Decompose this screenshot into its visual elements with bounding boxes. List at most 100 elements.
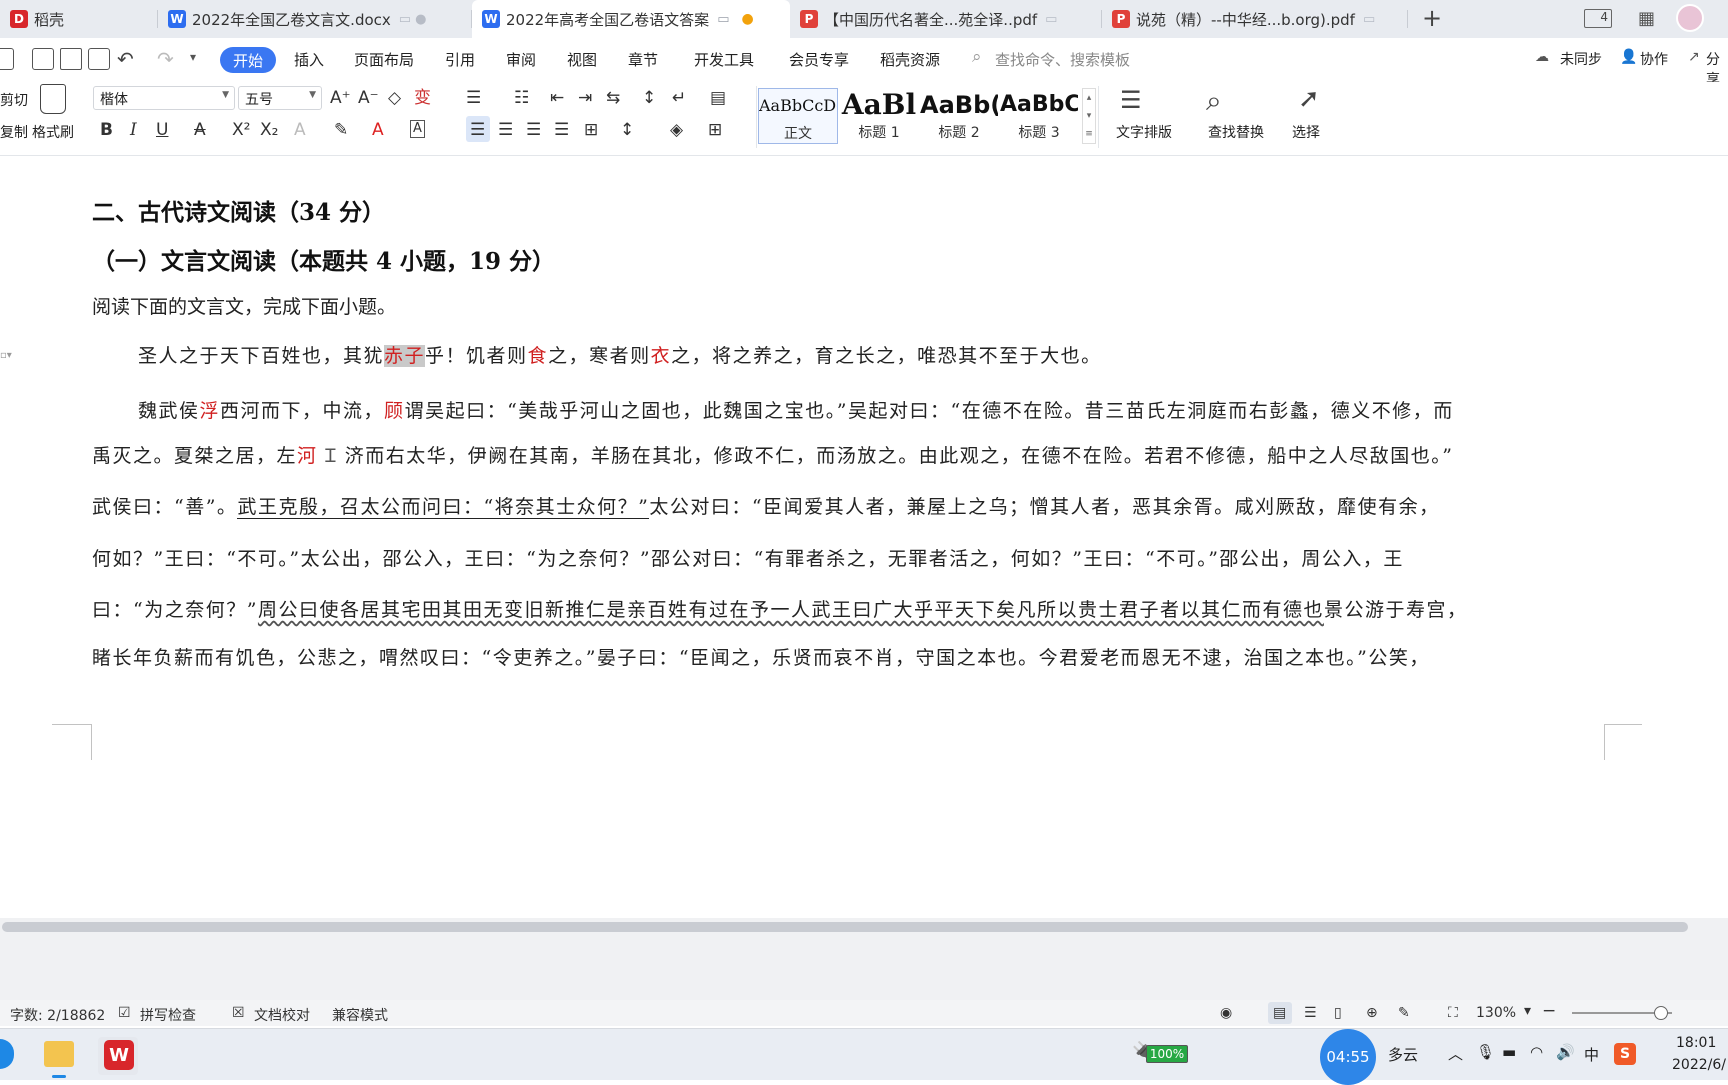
grow-font-icon[interactable]: A⁺: [330, 88, 351, 108]
tab-start[interactable]: 开始: [220, 47, 276, 73]
web-view-icon[interactable]: ⊕: [1366, 1005, 1378, 1021]
tab-member[interactable]: 会员专享: [789, 49, 849, 70]
line-spacing-icon[interactable]: ↕: [620, 120, 634, 140]
save-icon[interactable]: [0, 48, 14, 70]
word-count[interactable]: 字数: 2/18862: [10, 1005, 105, 1025]
export-pdf-icon[interactable]: [32, 48, 54, 70]
numbered-list-icon[interactable]: ☷: [514, 88, 529, 108]
tab-chapter[interactable]: 章节: [628, 49, 658, 70]
avatar[interactable]: [1676, 4, 1704, 32]
tray-ime-label[interactable]: 中: [1584, 1044, 1599, 1065]
font-size-select[interactable]: 五号 ▼: [238, 86, 322, 110]
outline-view-icon[interactable]: ☰: [1304, 1005, 1317, 1021]
sort-icon[interactable]: ↕: [642, 88, 656, 108]
file-explorer-icon[interactable]: [44, 1041, 74, 1067]
font-name-select[interactable]: 楷体 ▼: [93, 86, 235, 110]
tray-mic-icon[interactable]: 🎙: [1476, 1043, 1495, 1061]
show-marks-icon[interactable]: ↵: [672, 88, 686, 108]
superscript-icon[interactable]: X²: [232, 120, 250, 140]
bold-icon[interactable]: B: [100, 120, 113, 140]
eye-protection-icon[interactable]: ◉: [1220, 1005, 1232, 1021]
tab-pdf-shuoyuan-quanyi[interactable]: P 【中国历代名著全...苑全译..pdf ▭: [790, 0, 1102, 38]
battery-indicator[interactable]: 100%: [1146, 1045, 1188, 1063]
tab-view[interactable]: 视图: [567, 49, 597, 70]
character-border-icon[interactable]: A: [410, 120, 425, 138]
format-painter-icon[interactable]: [40, 84, 66, 114]
tray-sogou-icon[interactable]: S: [1614, 1043, 1636, 1065]
table-grid-icon[interactable]: ▤: [710, 88, 726, 108]
tray-expand-chevron-icon[interactable]: ︿: [1448, 1043, 1463, 1064]
clock-date[interactable]: 2022/6/: [1672, 1057, 1726, 1073]
subscript-icon[interactable]: X₂: [260, 120, 278, 140]
tab-pdf-shuoyuan-jing[interactable]: P 说苑（精）--中华经...b.org).pdf ▭: [1102, 0, 1408, 38]
cut-button[interactable]: 剪切: [0, 90, 28, 110]
italic-icon[interactable]: I: [130, 120, 137, 140]
text-layout-button[interactable]: 文字排版: [1116, 122, 1172, 142]
spell-check-button[interactable]: 拼写检查: [140, 1005, 196, 1025]
browser-edge-icon[interactable]: [0, 1039, 14, 1069]
undo-icon[interactable]: ↶: [117, 47, 134, 71]
tab-answer-doc-active[interactable]: W 2022年高考全国乙卷语文答案 ▭ ●: [472, 0, 790, 38]
page-view-icon[interactable]: ▤: [1273, 1005, 1286, 1021]
align-left-icon[interactable]: ☰: [470, 120, 485, 140]
tab-review[interactable]: 审阅: [506, 49, 536, 70]
decrease-indent-icon[interactable]: ⇤: [550, 88, 564, 108]
tab-insert[interactable]: 插入: [294, 49, 324, 70]
style-gallery-scroll[interactable]: ▴ ▾ ≡: [1082, 88, 1096, 144]
weather-label[interactable]: 多云: [1388, 1044, 1418, 1065]
align-right-icon[interactable]: ☰: [526, 120, 541, 140]
style-normal[interactable]: AaBbCcDd 正文: [758, 88, 838, 144]
spell-check-checkbox-icon[interactable]: ☑: [118, 1005, 131, 1021]
print-icon[interactable]: [60, 48, 82, 70]
reading-view-icon[interactable]: ▯: [1334, 1005, 1342, 1021]
phonetic-guide-icon[interactable]: 变: [414, 88, 431, 108]
horizontal-scroll-thumb[interactable]: [2, 922, 1688, 932]
redo-icon[interactable]: ↷: [157, 47, 174, 71]
floating-timer-ball[interactable]: 04:55: [1320, 1029, 1376, 1085]
clear-format-icon[interactable]: ◇: [388, 88, 401, 108]
nav-marker-icon[interactable]: ▫▾: [0, 350, 12, 361]
window-count-badge[interactable]: 4: [1584, 9, 1612, 28]
tray-volume-icon[interactable]: 🔊: [1556, 1043, 1575, 1061]
font-color-icon[interactable]: A: [372, 120, 384, 140]
fit-page-icon[interactable]: ⛶: [1448, 1005, 1458, 1021]
style-heading2[interactable]: AaBb( 标题 2: [920, 88, 998, 144]
tab-docx-wenyanwen[interactable]: W 2022年全国乙卷文言文.docx ▭ ●: [158, 0, 472, 38]
zoom-dropdown-icon[interactable]: ▾: [1524, 1003, 1531, 1019]
justify-icon[interactable]: ☰: [554, 120, 569, 140]
style-heading3[interactable]: AaBbC 标题 3: [1000, 88, 1078, 144]
style-heading1[interactable]: AaBl 标题 1: [840, 88, 918, 144]
tab-daoke[interactable]: D 稻壳: [0, 0, 158, 38]
doc-proof-button[interactable]: 文档校对: [254, 1005, 310, 1025]
distributed-align-icon[interactable]: ⊞: [584, 120, 598, 140]
collaborate-button[interactable]: 协作: [1640, 49, 1668, 69]
quick-access-more-icon[interactable]: ▾: [190, 50, 196, 64]
apps-grid-icon[interactable]: ▦: [1638, 8, 1655, 29]
command-search-input[interactable]: 查找命令、搜索模板: [995, 49, 1130, 70]
tray-wifi-icon[interactable]: ◠: [1530, 1043, 1543, 1061]
clock-time[interactable]: 18:01: [1676, 1035, 1716, 1051]
text-effect-icon[interactable]: A: [294, 120, 306, 140]
underline-icon[interactable]: U: [156, 120, 168, 140]
bullet-list-icon[interactable]: ☰: [466, 88, 481, 108]
zoom-slider-thumb[interactable]: [1654, 1006, 1668, 1020]
strikethrough-icon[interactable]: A: [194, 120, 206, 140]
align-center-icon[interactable]: ☰: [498, 120, 513, 140]
sync-status-button[interactable]: 未同步: [1560, 49, 1602, 69]
wps-office-icon[interactable]: W: [104, 1040, 134, 1070]
find-replace-button[interactable]: 查找替换: [1208, 122, 1264, 142]
shading-icon[interactable]: ◈: [670, 120, 683, 140]
text-direction-icon[interactable]: ⇆: [606, 88, 620, 108]
highlight-color-icon[interactable]: ✎: [334, 120, 348, 140]
tab-developer[interactable]: 开发工具: [694, 49, 754, 70]
tab-references[interactable]: 引用: [445, 49, 475, 70]
shrink-font-icon[interactable]: A⁻: [358, 88, 379, 108]
print-preview-icon[interactable]: [88, 48, 110, 70]
tray-battery-icon[interactable]: ▬: [1502, 1043, 1516, 1061]
select-button[interactable]: 选择: [1292, 122, 1320, 142]
edit-pen-icon[interactable]: ✎: [1398, 1005, 1410, 1021]
borders-icon[interactable]: ⊞: [708, 120, 722, 140]
horizontal-scrollbar[interactable]: [0, 918, 1728, 936]
zoom-level[interactable]: 130%: [1476, 1005, 1516, 1021]
zoom-out-icon[interactable]: −: [1542, 1001, 1556, 1021]
